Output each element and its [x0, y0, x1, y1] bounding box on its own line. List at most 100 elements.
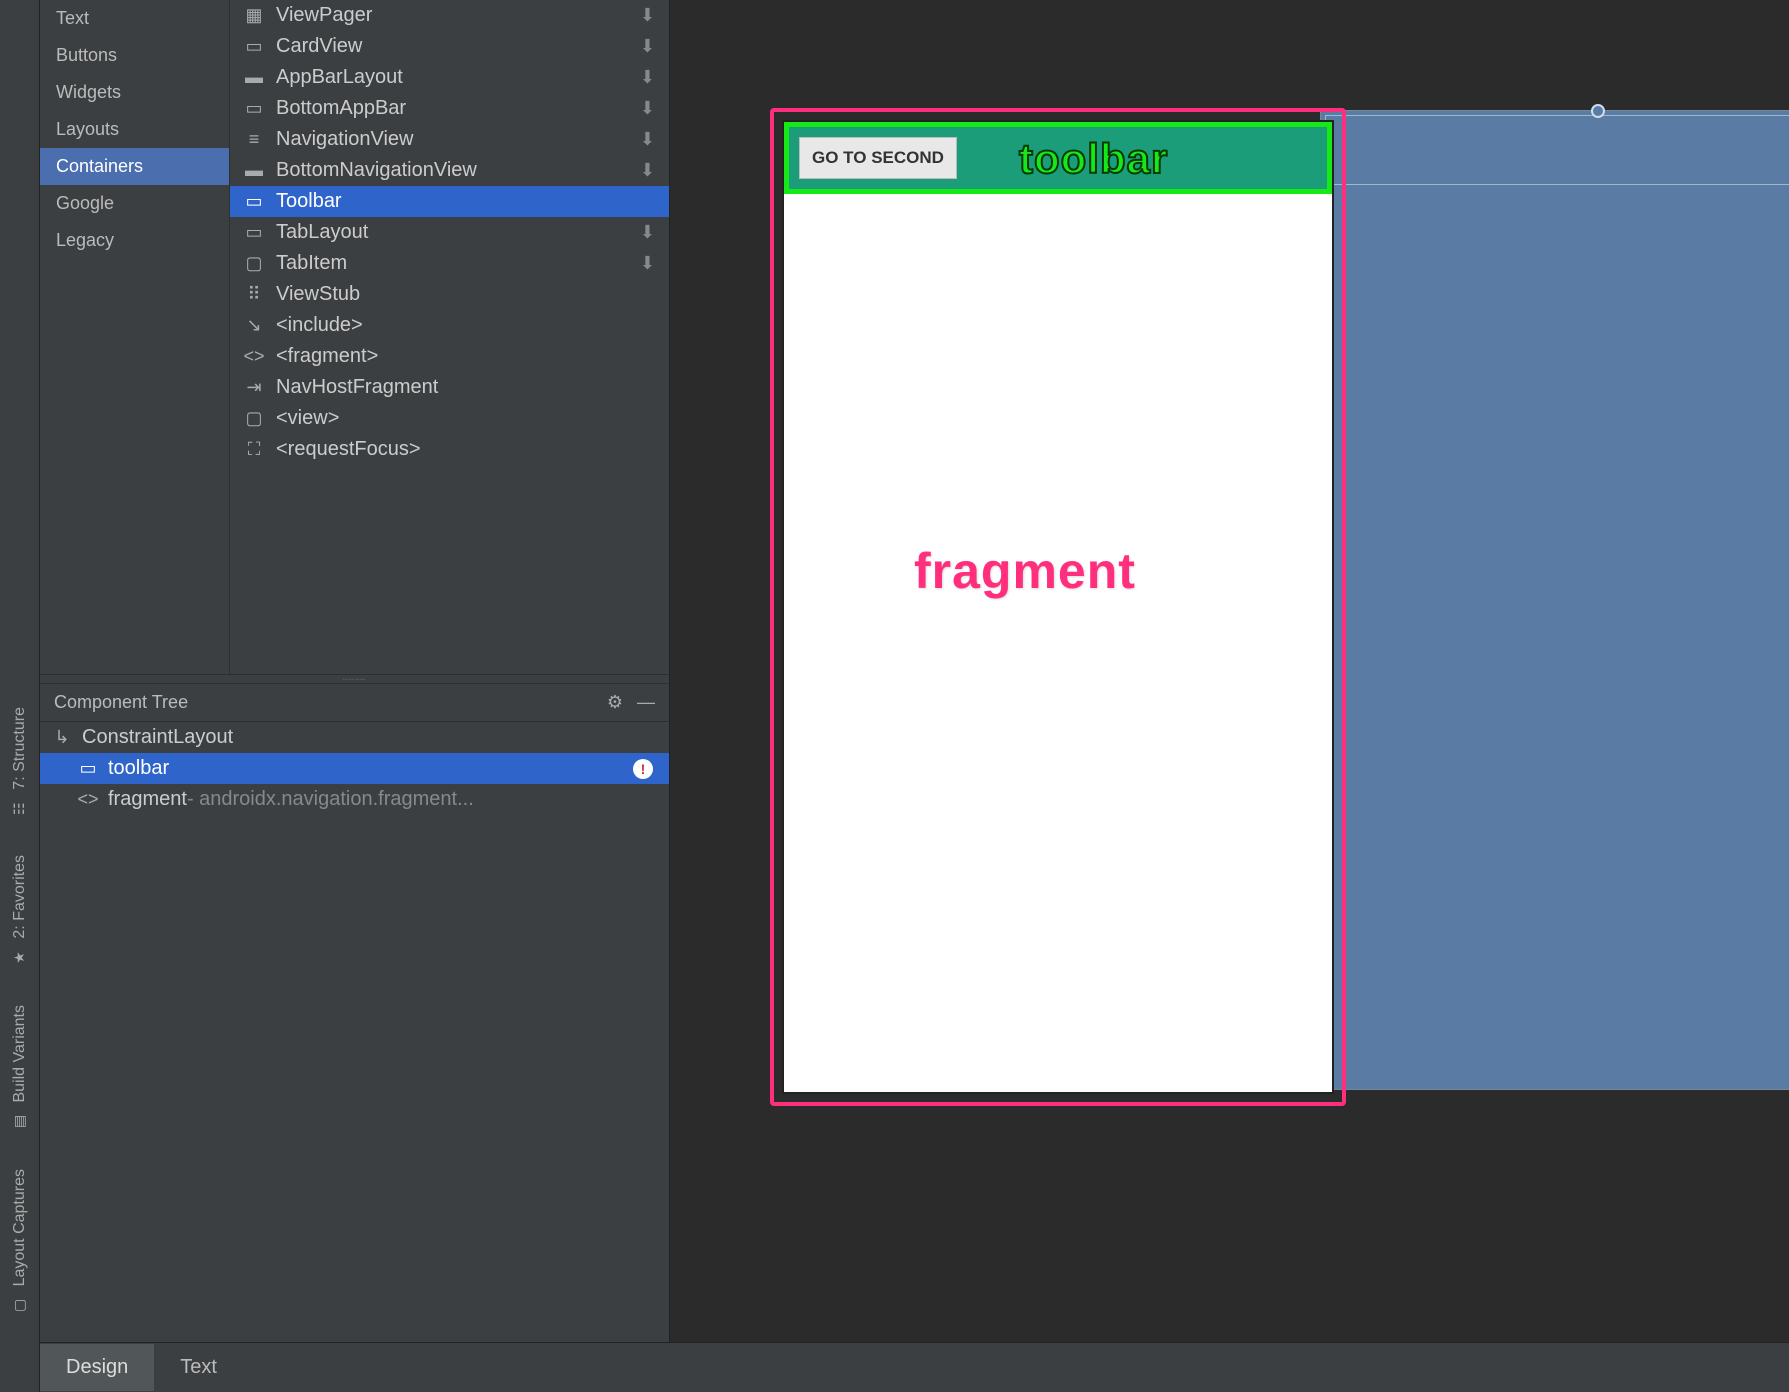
palette-item-label: TabLayout: [276, 221, 368, 244]
palette-item-label: BottomNavigationView: [276, 159, 477, 182]
bottomappbar-icon: ▭: [242, 98, 266, 119]
palette-item-label: <fragment>: [276, 345, 378, 368]
structure-label: 7: Structure: [11, 707, 29, 790]
palette-item-toolbar[interactable]: ▭ Toolbar: [230, 186, 669, 217]
component-tree-header: Component Tree ⚙ —: [40, 684, 669, 722]
constraint-handle[interactable]: [1591, 104, 1605, 118]
warning-icon[interactable]: !: [633, 759, 653, 779]
fragment-icon: <>: [242, 346, 266, 367]
palette-item-bottomnavigationview[interactable]: ▬ BottomNavigationView ⬇: [230, 155, 669, 186]
palette-item-label: ViewPager: [276, 4, 372, 27]
preview-toolbar[interactable]: GO TO SECOND toolbar: [784, 122, 1332, 194]
cardview-icon: ▭: [242, 36, 266, 57]
download-icon[interactable]: ⬇: [640, 67, 655, 88]
download-icon[interactable]: ⬇: [640, 129, 655, 150]
go-to-second-button[interactable]: GO TO SECOND: [799, 137, 957, 179]
palette-item-cardview[interactable]: ▭CardView⬇: [230, 31, 669, 62]
annotation-toolbar: toolbar: [1019, 135, 1168, 183]
palette-item-label: NavigationView: [276, 128, 414, 151]
palette-category-containers[interactable]: Containers: [40, 148, 229, 185]
palette-item-requestfocus[interactable]: ⛶ <requestFocus>: [230, 434, 669, 465]
layout-captures-label: Layout Captures: [11, 1169, 29, 1286]
navigationview-icon: ≡: [242, 129, 266, 150]
palette-item-label: BottomAppBar: [276, 97, 406, 120]
viewpager-icon: ▦: [242, 5, 266, 26]
tablayout-icon: ▭: [242, 222, 266, 243]
palette-item-label: AppBarLayout: [276, 66, 403, 89]
tab-text[interactable]: Text: [154, 1344, 243, 1391]
tab-design[interactable]: Design: [40, 1344, 154, 1391]
include-icon: ↘: [242, 315, 266, 336]
palette-item-viewstub[interactable]: ⠿ViewStub: [230, 279, 669, 310]
editor-tabs: Design Text: [40, 1342, 1789, 1392]
palette-category-widgets[interactable]: Widgets: [40, 74, 229, 111]
favorites-tab[interactable]: ★ 2: Favorites: [7, 835, 33, 985]
blueprint-view[interactable]: [1320, 110, 1789, 1090]
appbarlayout-icon: ▬: [242, 67, 266, 88]
layout-captures-tab[interactable]: ▢ Layout Captures: [7, 1149, 33, 1332]
palette-item-tabitem[interactable]: ▢ TabItem ⬇: [230, 248, 669, 279]
palette-item-label: <requestFocus>: [276, 438, 421, 461]
tree-fragment-label: fragment: [108, 788, 187, 811]
palette-category-buttons[interactable]: Buttons: [40, 37, 229, 74]
palette-category-text[interactable]: Text: [40, 0, 229, 37]
constraintlayout-icon: ↳: [50, 727, 74, 748]
structure-tab[interactable]: ☷ 7: Structure: [7, 687, 33, 836]
build-variants-label: Build Variants: [11, 1005, 29, 1103]
palette-item-appbarlayout[interactable]: ▬ AppBarLayout ⬇: [230, 62, 669, 93]
palette-category-legacy[interactable]: Legacy: [40, 222, 229, 259]
palette-item-bottomappbar[interactable]: ▭ BottomAppBar ⬇: [230, 93, 669, 124]
tree-item-fragment[interactable]: <> fragment - androidx.navigation.fragme…: [40, 784, 669, 815]
favorites-label: 2: Favorites: [11, 855, 29, 939]
build-variants-tab[interactable]: ▤ Build Variants: [7, 985, 33, 1149]
palette-widgets: ▦ViewPager⬇▭CardView⬇▬AppBarLayout⬇▭Bott…: [230, 0, 669, 674]
tree-root-constraintlayout[interactable]: ↳ ConstraintLayout: [40, 722, 669, 753]
component-tree-title: Component Tree: [54, 692, 188, 713]
viewstub-icon: ⠿: [242, 284, 266, 305]
collapse-icon[interactable]: —: [637, 692, 655, 713]
variants-icon: ▤: [12, 1113, 28, 1129]
download-icon[interactable]: ⬇: [640, 36, 655, 57]
palette-item-viewpager[interactable]: ▦ ViewPager ⬇: [230, 0, 669, 31]
tree-item-toolbar[interactable]: ▭ toolbar !: [40, 753, 669, 784]
palette-category-google[interactable]: Google: [40, 185, 229, 222]
tree-toolbar-label: toolbar: [108, 757, 169, 780]
palette-item-navigationview[interactable]: ≡ NavigationView ⬇: [230, 124, 669, 155]
gear-icon[interactable]: ⚙: [607, 692, 623, 713]
blueprint-toolbar-outline[interactable]: [1325, 115, 1789, 185]
palette-item-label: Toolbar: [276, 190, 342, 213]
device-screen: GO TO SECOND toolbar fragment: [782, 120, 1334, 1094]
bottomnavigationview-icon: ▬: [242, 160, 266, 181]
palette-item-view[interactable]: ▢ <view>: [230, 403, 669, 434]
palette-item-label: NavHostFragment: [276, 376, 438, 399]
navhostfragment-icon: ⇥: [242, 377, 266, 398]
component-tree: ↳ ConstraintLayout ▭ toolbar ! <> fragme…: [40, 722, 669, 1342]
palette-category-layouts[interactable]: Layouts: [40, 111, 229, 148]
design-canvas[interactable]: GO TO SECOND toolbar fragment: [670, 0, 1789, 1342]
fragment-icon: <>: [76, 789, 100, 810]
toolbar-icon: ▭: [76, 758, 100, 779]
palette-item-label: TabItem: [276, 252, 347, 275]
structure-icon: ☷: [12, 799, 28, 815]
palette-categories: TextButtonsWidgetsLayoutsContainersGoogl…: [40, 0, 230, 674]
download-icon[interactable]: ⬇: [640, 5, 655, 26]
toolbar-icon: ▭: [242, 191, 266, 212]
tabitem-icon: ▢: [242, 253, 266, 274]
download-icon[interactable]: ⬇: [640, 222, 655, 243]
tree-root-label: ConstraintLayout: [82, 726, 233, 749]
device-preview[interactable]: GO TO SECOND toolbar fragment: [770, 108, 1346, 1106]
download-icon[interactable]: ⬇: [640, 160, 655, 181]
palette-item-tablayout[interactable]: ▭ TabLayout ⬇: [230, 217, 669, 248]
palette-item-include[interactable]: ↘<include>: [230, 310, 669, 341]
download-icon[interactable]: ⬇: [640, 253, 655, 274]
palette: TextButtonsWidgetsLayoutsContainersGoogl…: [40, 0, 669, 674]
view-icon: ▢: [242, 408, 266, 429]
palette-item-navhostfragment[interactable]: ⇥ NavHostFragment: [230, 372, 669, 403]
tool-window-strip: ☷ 7: Structure ★ 2: Favorites ▤ Build Va…: [0, 0, 40, 1392]
requestfocus-icon: ⛶: [242, 439, 266, 460]
panel-divider[interactable]: ┄┄┄┄: [40, 674, 669, 684]
palette-item-fragment[interactable]: <> <fragment>: [230, 341, 669, 372]
annotation-fragment: fragment: [914, 542, 1136, 600]
download-icon[interactable]: ⬇: [640, 98, 655, 119]
palette-item-label: <view>: [276, 407, 339, 430]
